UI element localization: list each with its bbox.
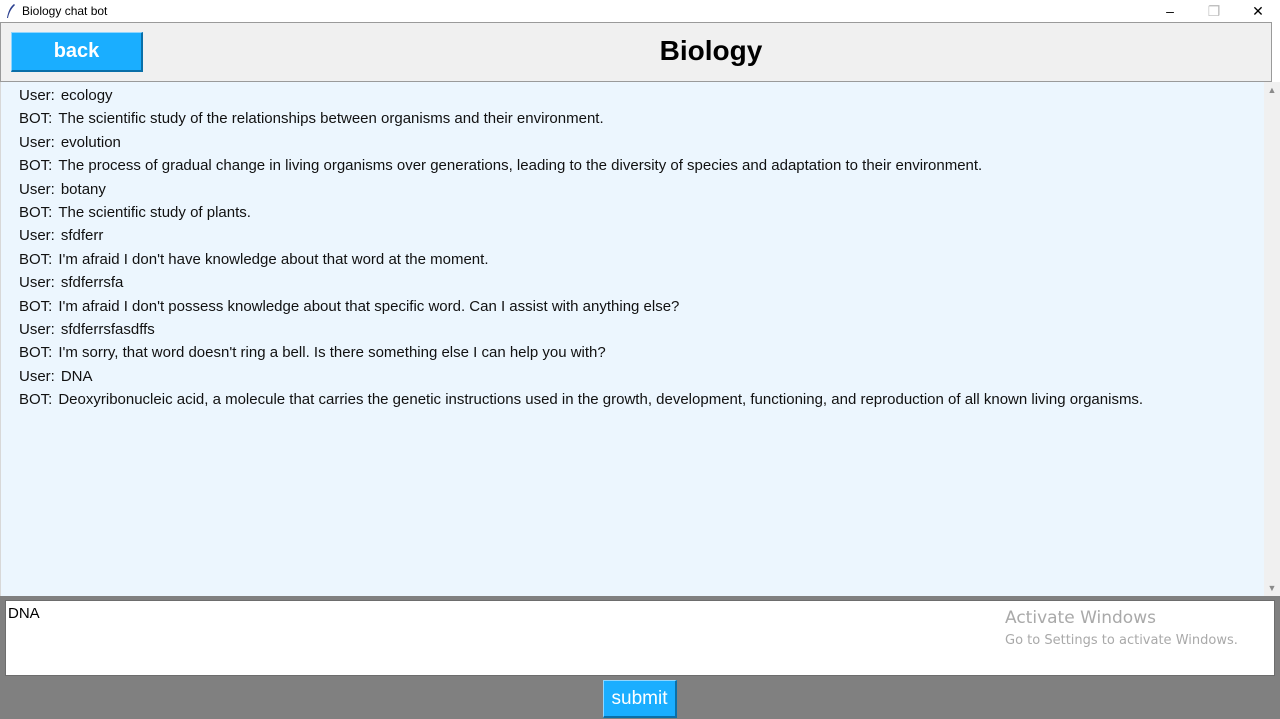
minimize-button[interactable]: – xyxy=(1148,0,1192,22)
message-text: sfdferrsfasdffs xyxy=(60,320,155,338)
message-speaker: BOT: xyxy=(19,203,53,221)
message-speaker: BOT: xyxy=(19,157,53,175)
message-speaker: BOT: xyxy=(19,391,53,409)
input-panel: DNA Activate Windows Go to Settings to a… xyxy=(0,596,1280,719)
chat-message: User: evolution xyxy=(1,131,1264,154)
page-title: Biology xyxy=(659,35,763,66)
message-text: I'm sorry, that word doesn't ring a bell… xyxy=(58,344,606,362)
chat-message: BOT: The scientific study of the relation… xyxy=(1,107,1264,130)
message-speaker: User: xyxy=(19,133,55,151)
message-text: I'm afraid I don't have knowledge about … xyxy=(58,250,489,268)
chat-message: User: botany xyxy=(1,178,1264,201)
message-speaker: BOT: xyxy=(19,344,53,362)
chat-message: BOT: Deoxyribonucleic acid, a molecule th… xyxy=(1,388,1264,411)
chat-message: BOT: I'm afraid I don't have knowledge ab… xyxy=(1,248,1264,271)
message-text: The scientific study of the relationship… xyxy=(58,110,604,128)
close-button[interactable]: ✕ xyxy=(1236,0,1280,22)
message-speaker: BOT: xyxy=(19,110,53,128)
message-text: evolution xyxy=(60,133,121,151)
chat-message: BOT: I'm afraid I don't possess knowledge… xyxy=(1,295,1264,318)
message-speaker: User: xyxy=(19,274,55,292)
submit-button[interactable]: submit xyxy=(603,680,677,718)
header-bar: back Biology xyxy=(0,22,1272,82)
chat-message: User: sfdferrsfasdffs xyxy=(1,318,1264,341)
message-text: DNA xyxy=(60,367,93,385)
restore-button[interactable]: ❐ xyxy=(1192,0,1236,22)
chat-message: BOT: The process of gradual change in liv… xyxy=(1,154,1264,177)
message-speaker: BOT: xyxy=(19,250,53,268)
message-speaker: User: xyxy=(19,367,55,385)
chat-message: BOT: I'm sorry, that word doesn't ring a … xyxy=(1,341,1264,364)
message-text: Deoxyribonucleic acid, a molecule that c… xyxy=(58,391,1144,409)
message-text: The scientific study of plants. xyxy=(58,203,251,221)
message-speaker: BOT: xyxy=(19,297,53,315)
message-text: sfdferr xyxy=(60,227,104,245)
window-title: Biology chat bot xyxy=(22,4,108,18)
chat-scrollbar[interactable]: ▲ ▼ xyxy=(1264,82,1280,596)
chat-message: User: ecology xyxy=(1,84,1264,107)
window-controls: – ❐ ✕ xyxy=(1148,0,1280,22)
message-speaker: User: xyxy=(19,180,55,198)
scroll-down-icon[interactable]: ▼ xyxy=(1264,580,1280,596)
message-text: I'm afraid I don't possess knowledge abo… xyxy=(58,297,680,315)
title-bar: Biology chat bot – ❐ ✕ xyxy=(0,0,1280,22)
message-speaker: User: xyxy=(19,320,55,338)
message-text: The process of gradual change in living … xyxy=(58,157,983,175)
app-window: Biology chat bot – ❐ ✕ back Biology User… xyxy=(0,0,1280,719)
activate-windows-watermark: Activate Windows Go to Settings to activ… xyxy=(1005,608,1238,648)
message-speaker: User: xyxy=(19,87,55,104)
chat-message: BOT: The scientific study of plants. xyxy=(1,201,1264,224)
back-button[interactable]: back xyxy=(11,32,143,72)
message-speaker: User: xyxy=(19,227,55,245)
feather-icon xyxy=(4,3,18,19)
chat-message: User: sfdferr xyxy=(1,224,1264,247)
chat-message: User: DNA xyxy=(1,365,1264,388)
message-text: botany xyxy=(60,180,106,198)
watermark-subtitle: Go to Settings to activate Windows. xyxy=(1005,633,1238,648)
chat-log[interactable]: User: ecology BOT: The scientific study of … xyxy=(0,82,1264,596)
chat-message: User: sfdferrsfa xyxy=(1,271,1264,294)
scroll-up-icon[interactable]: ▲ xyxy=(1264,82,1280,98)
message-text: sfdferrsfa xyxy=(60,274,124,292)
watermark-title: Activate Windows xyxy=(1005,608,1156,628)
message-text: ecology xyxy=(60,87,113,104)
